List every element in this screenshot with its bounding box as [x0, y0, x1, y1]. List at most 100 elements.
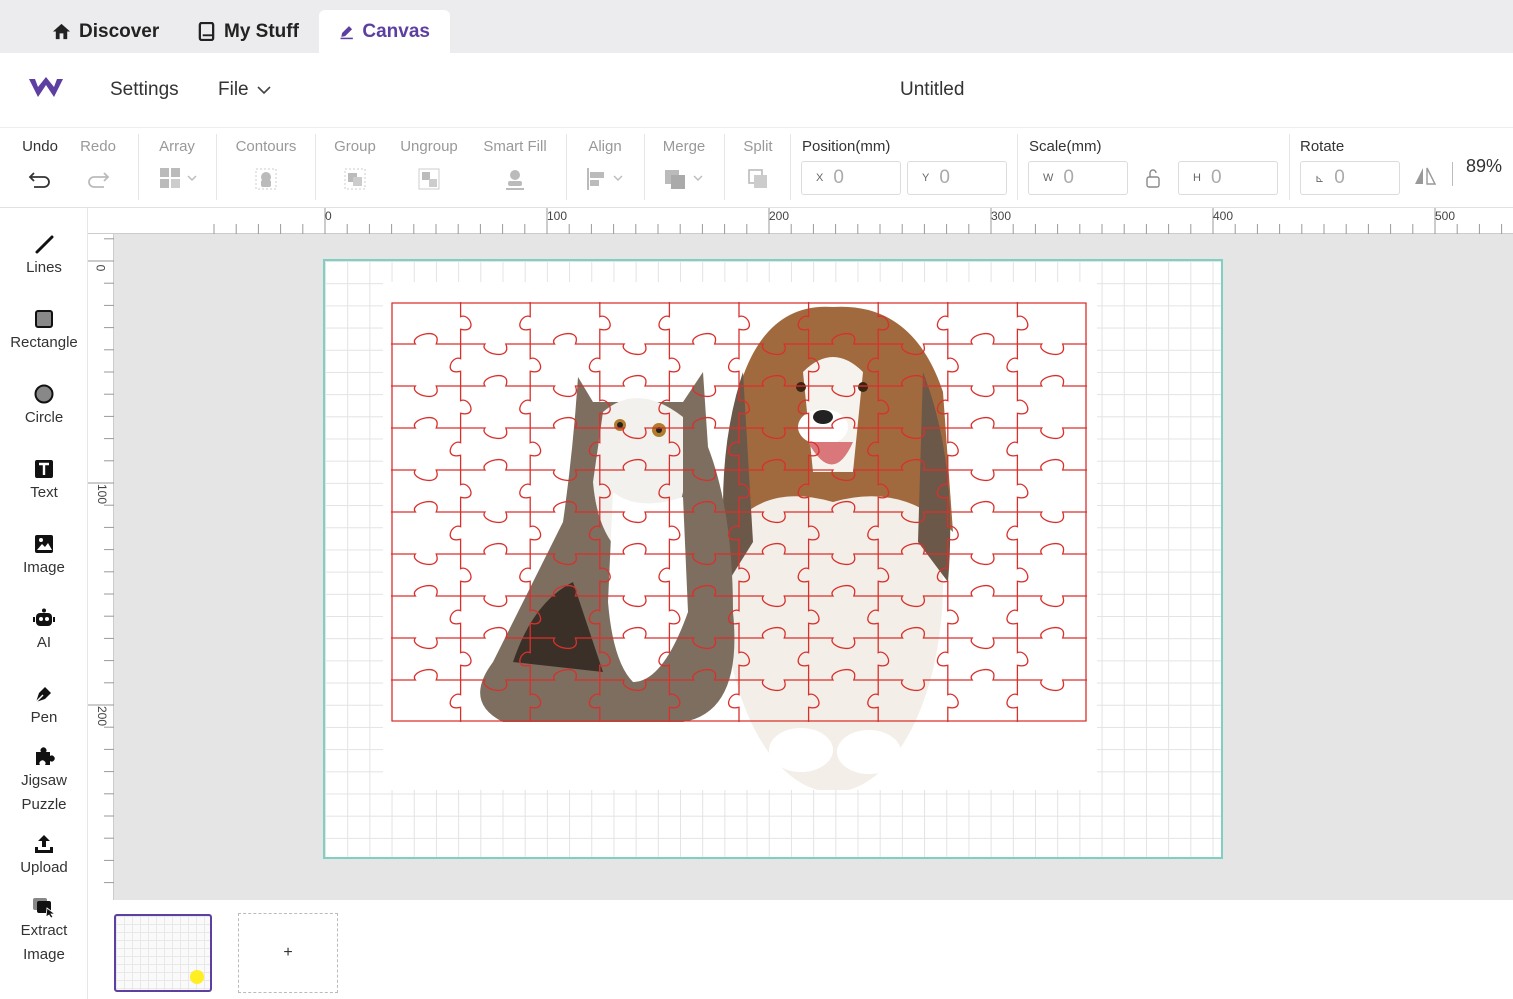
w-prefix: W: [1043, 172, 1054, 184]
flip-horizontal-icon[interactable]: [1414, 166, 1436, 186]
add-page-button[interactable]: +: [238, 913, 338, 993]
jigsaw-puzzle-overlay[interactable]: [391, 302, 1087, 722]
vertical-ruler: 0 100 200: [88, 234, 114, 900]
puzzle-cut-lines: [391, 302, 1087, 722]
sidebar-item-label: Pen: [30, 709, 58, 726]
page-thumbnail[interactable]: [114, 914, 212, 992]
scale-label: Scale(mm): [1029, 138, 1102, 155]
array-button[interactable]: Array: [155, 138, 199, 194]
align-label: Align: [588, 138, 622, 155]
merge-button[interactable]: Merge: [660, 138, 708, 194]
sidebar-item-jigsaw-puzzle[interactable]: Jigsaw Puzzle: [0, 745, 88, 817]
book-icon: [198, 22, 215, 41]
file-menu-label: File: [218, 79, 249, 100]
sidebar-item-label: AI: [36, 634, 52, 651]
sidebar-item-label: Image: [23, 559, 65, 576]
rotate-value: 0: [1334, 167, 1345, 188]
ruler-label: 100: [95, 483, 110, 505]
robot-icon: [33, 608, 55, 626]
tab-canvas-label: Canvas: [362, 20, 430, 42]
chevron-down-icon: [257, 86, 271, 95]
rotate-prefix: ⊾: [1315, 172, 1325, 185]
upload-icon: [35, 835, 53, 853]
group-button[interactable]: Group: [332, 138, 378, 194]
sidebar-item-label: Circle: [24, 409, 64, 426]
ruler-label: 300: [991, 209, 1012, 223]
ruler-label: 200: [95, 705, 110, 727]
ungroup-button[interactable]: Ungroup: [397, 138, 461, 194]
sidebar-item-extract-image[interactable]: Extract Image: [0, 895, 88, 967]
app-logo-icon[interactable]: [28, 77, 64, 99]
y-prefix: Y: [922, 172, 930, 184]
text-icon: [35, 460, 53, 478]
status-dot: [190, 970, 204, 984]
align-button[interactable]: Align: [584, 138, 626, 194]
sidebar-item-lines[interactable]: Lines: [0, 232, 88, 280]
rotate-input[interactable]: ⊾ 0: [1300, 161, 1400, 195]
redo-label: Redo: [80, 138, 116, 155]
group-label: Group: [334, 138, 376, 155]
sidebar-item-rectangle[interactable]: Rectangle: [0, 307, 88, 355]
sidebar-item-label: Jigsaw Puzzle: [21, 772, 67, 813]
ruler-ticks: [213, 208, 1503, 234]
settings-menu[interactable]: Settings: [110, 79, 179, 101]
smart-fill-label: Smart Fill: [483, 138, 547, 155]
split-button[interactable]: Split: [740, 138, 776, 194]
sidebar-item-label: Extract Image: [20, 922, 68, 963]
document-title[interactable]: Untitled: [900, 79, 964, 101]
array-icon: [160, 168, 197, 188]
zoom-level[interactable]: 89%: [1466, 156, 1502, 177]
line-icon: [35, 235, 54, 254]
merge-label: Merge: [662, 138, 706, 155]
file-menu[interactable]: File: [218, 79, 271, 101]
undo-icon: [28, 172, 50, 188]
h-value: 0: [1210, 167, 1222, 188]
y-value: 0: [939, 167, 950, 188]
sidebar-item-label: Rectangle: [10, 334, 78, 351]
sidebar-item-upload[interactable]: Upload: [0, 832, 88, 880]
redo-button[interactable]: Redo: [78, 138, 118, 194]
contours-button[interactable]: Contours: [232, 138, 300, 194]
app-tab-bar: Discover My Stuff Canvas: [0, 0, 1513, 53]
tab-canvas[interactable]: Canvas: [319, 10, 450, 53]
lock-icon[interactable]: [1145, 168, 1161, 188]
sidebar-item-image[interactable]: Image: [0, 532, 88, 580]
ungroup-label: Ungroup: [400, 138, 458, 155]
smart-fill-icon: [506, 170, 524, 190]
tab-my-stuff[interactable]: My Stuff: [177, 10, 319, 53]
array-label: Array: [159, 138, 195, 155]
position-label: Position(mm): [802, 138, 891, 155]
extract-image-icon: [33, 898, 57, 918]
scale-height-input[interactable]: H 0: [1178, 161, 1278, 195]
ruler-label: 0: [325, 209, 332, 223]
merge-icon: [665, 170, 703, 189]
contours-label: Contours: [235, 138, 297, 155]
sidebar-item-text[interactable]: Text: [0, 457, 88, 505]
smart-fill-button[interactable]: Smart Fill: [481, 138, 549, 194]
contours-icon: [255, 168, 277, 190]
position-x-input[interactable]: X 0: [801, 161, 901, 195]
scale-width-input[interactable]: W 0: [1028, 161, 1128, 195]
group-icon: [344, 168, 366, 190]
circle-icon: [34, 384, 54, 404]
undo-label: Undo: [22, 138, 58, 155]
sidebar-item-ai[interactable]: AI: [0, 607, 88, 655]
sidebar-item-circle[interactable]: Circle: [0, 382, 88, 430]
edit-toolbar: Undo Redo Array Contours Group Ungroup S…: [0, 128, 1513, 208]
sidebar-item-label: Text: [30, 484, 58, 501]
tab-discover[interactable]: Discover: [32, 10, 179, 53]
ruler-ticks: [88, 238, 114, 884]
pencil-icon: [340, 26, 353, 40]
x-prefix: X: [816, 172, 824, 184]
ruler-label: 400: [1213, 209, 1234, 223]
ruler-label: 0: [93, 264, 108, 272]
undo-button[interactable]: Undo: [20, 138, 60, 194]
app-header: Settings File Untitled: [0, 53, 1513, 128]
image-icon: [35, 535, 53, 553]
settings-menu-label: Settings: [110, 79, 179, 100]
sidebar-item-pen[interactable]: Pen: [0, 682, 88, 730]
ungroup-icon: [418, 168, 440, 190]
tool-sidebar: Lines Rectangle Circle Text Image AI Pen…: [0, 208, 88, 999]
position-y-input[interactable]: Y 0: [907, 161, 1007, 195]
sidebar-item-label: Lines: [26, 259, 62, 276]
